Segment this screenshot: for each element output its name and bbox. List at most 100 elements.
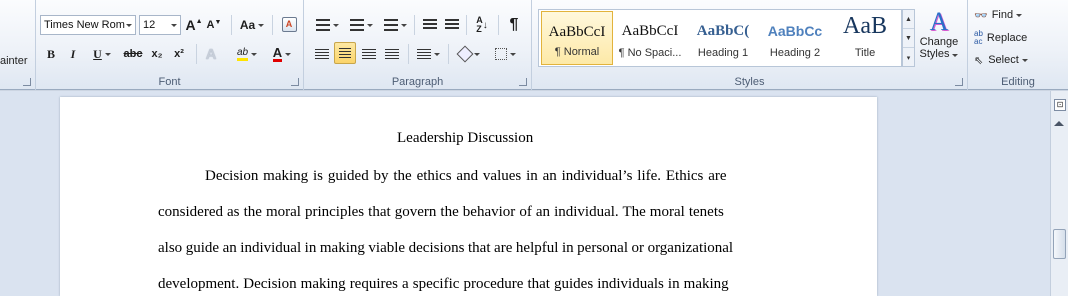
view-ruler-icon[interactable]: ⊡ (1054, 99, 1066, 111)
superscript-button[interactable]: x² (170, 43, 188, 65)
change-styles-label-2: Styles (917, 48, 961, 60)
document-title: Leadership Discussion (397, 130, 534, 146)
font-color-button[interactable]: A (268, 43, 296, 65)
styles-dialog-launcher[interactable] (955, 78, 963, 86)
decrease-indent-button[interactable] (420, 14, 440, 36)
paragraph-line: Decision making is guided by the ethics … (205, 168, 727, 184)
increase-indent-button[interactable] (442, 14, 462, 36)
scroll-up-icon[interactable] (1054, 121, 1064, 126)
line-spacing-button[interactable] (414, 43, 442, 65)
font-name-combo[interactable]: Times New Rom (40, 15, 136, 35)
subscript-button[interactable]: x₂ (148, 43, 166, 65)
replace-label: Replace (986, 32, 1028, 44)
line-spacing-icon (416, 48, 431, 60)
paragraph-group-label: Paragraph (391, 76, 444, 88)
show-hide-button[interactable]: ¶ (504, 14, 524, 36)
styles-gallery-scroll[interactable]: ▲ ▼ ▾ (902, 9, 915, 67)
justify-button[interactable] (382, 43, 402, 65)
align-right-button[interactable] (359, 43, 379, 65)
font-name-value: Times New Rom (44, 19, 125, 31)
style-sample: AaBbC( (696, 23, 750, 39)
replace-button[interactable]: ab ac Replace (974, 29, 1027, 47)
format-painter-button[interactable]: ainter (0, 55, 28, 67)
style-heading-1[interactable]: AaBbC( Heading 1 (687, 11, 759, 65)
underline-icon: U (93, 46, 102, 61)
multilevel-list-button[interactable] (380, 14, 410, 36)
outdent-icon (423, 19, 437, 31)
find-button[interactable]: 👓 Find (974, 6, 1022, 24)
center-button[interactable] (334, 42, 356, 64)
paragraph-dialog-launcher[interactable] (519, 78, 527, 86)
style-title[interactable]: AaB Title (829, 11, 901, 65)
chevron-down-icon[interactable] (123, 16, 135, 34)
font-size-combo[interactable]: 12 (139, 15, 181, 35)
numbering-button[interactable] (346, 14, 376, 36)
styles-group-label: Styles (734, 76, 765, 88)
style-name: Heading 1 (697, 47, 749, 59)
change-styles-icon: A (929, 7, 949, 36)
document-page[interactable] (60, 97, 877, 296)
scrollbar-thumb[interactable] (1053, 229, 1066, 259)
find-label: Find (991, 9, 1014, 21)
strikethrough-button[interactable]: abc (122, 43, 144, 65)
borders-icon (494, 48, 507, 60)
style-sample: AaB (843, 13, 887, 39)
binoculars-icon: 👓 (974, 9, 988, 22)
clipboard-group: ainter (0, 0, 36, 90)
bullets-button[interactable] (312, 14, 342, 36)
style-name: Heading 2 (769, 47, 821, 59)
chevron-down-icon[interactable] (168, 16, 180, 34)
change-styles-button[interactable]: A Change Styles (917, 8, 961, 70)
multilevel-list-icon (383, 19, 398, 31)
style-no-spacing[interactable]: AaBbCcI ¶ No Spaci... (614, 11, 686, 65)
shading-button[interactable] (454, 43, 484, 65)
clipboard-dialog-launcher[interactable] (23, 78, 31, 86)
clear-formatting-button[interactable]: A (278, 13, 300, 35)
chevron-down-icon[interactable]: ▼ (903, 29, 914, 48)
shrink-font-icon: A (206, 19, 215, 31)
style-normal[interactable]: AaBbCcI ¶ Normal (541, 11, 613, 65)
font-group: Times New Rom 12 A ▲ A ▼ Aa A B I U abc x₂… (36, 0, 304, 90)
justify-icon (385, 48, 399, 60)
align-left-button[interactable] (312, 43, 332, 65)
paragraph-line: considered as the moral principles that … (158, 204, 724, 220)
grow-font-button[interactable]: A ▲ (185, 14, 203, 36)
vertical-scrollbar[interactable]: ⊡ (1050, 91, 1068, 296)
editing-group-label: Editing (1001, 76, 1035, 88)
cursor-icon: ⇖ (974, 54, 984, 67)
font-dialog-launcher[interactable] (291, 78, 299, 86)
style-sample: AaBbCcI (621, 23, 679, 39)
eraser-icon: A (281, 16, 297, 32)
style-sample: AaBbCc (767, 23, 823, 39)
select-button[interactable]: ⇖ Select (974, 51, 1028, 69)
bold-button[interactable]: B (42, 43, 60, 65)
styles-gallery: AaBbCcI ¶ Normal AaBbCcI ¶ No Spaci... A… (538, 9, 902, 67)
style-heading-2[interactable]: AaBbCc Heading 2 (759, 11, 831, 65)
gallery-more-icon[interactable]: ▾ (903, 48, 914, 67)
style-name: ¶ Normal (554, 46, 600, 58)
borders-button[interactable] (490, 43, 520, 65)
paint-bucket-icon (456, 45, 473, 63)
style-name: ¶ No Spaci... (618, 47, 682, 59)
select-label: Select (988, 54, 1019, 66)
align-center-icon (339, 47, 351, 59)
paragraph-line: development. Decision making requires a … (158, 276, 729, 292)
italic-button[interactable]: I (64, 43, 82, 65)
numbered-list-icon (349, 19, 364, 31)
sort-button[interactable]: A Z ↓ (472, 14, 492, 36)
grow-font-icon: A (185, 17, 196, 33)
editing-group: 👓 Find ab ac Replace ⇖ Select Editing (968, 0, 1068, 90)
change-styles-label-2-text: Styles (919, 48, 950, 60)
style-sample: AaBbCcI (548, 24, 606, 40)
align-right-icon (362, 48, 376, 60)
highlighter-icon: ab (236, 47, 249, 61)
change-case-button[interactable]: Aa (238, 14, 266, 36)
change-case-icon: Aa (239, 18, 256, 32)
paragraph-line: also guide an individual in making viabl… (158, 240, 734, 256)
indent-icon (445, 19, 459, 31)
chevron-up-icon[interactable]: ▲ (903, 10, 914, 29)
highlight-button[interactable]: ab (232, 43, 262, 65)
underline-button[interactable]: U (88, 43, 116, 65)
text-effects-button[interactable]: A (202, 43, 220, 65)
shrink-font-button[interactable]: A ▼ (206, 14, 222, 36)
